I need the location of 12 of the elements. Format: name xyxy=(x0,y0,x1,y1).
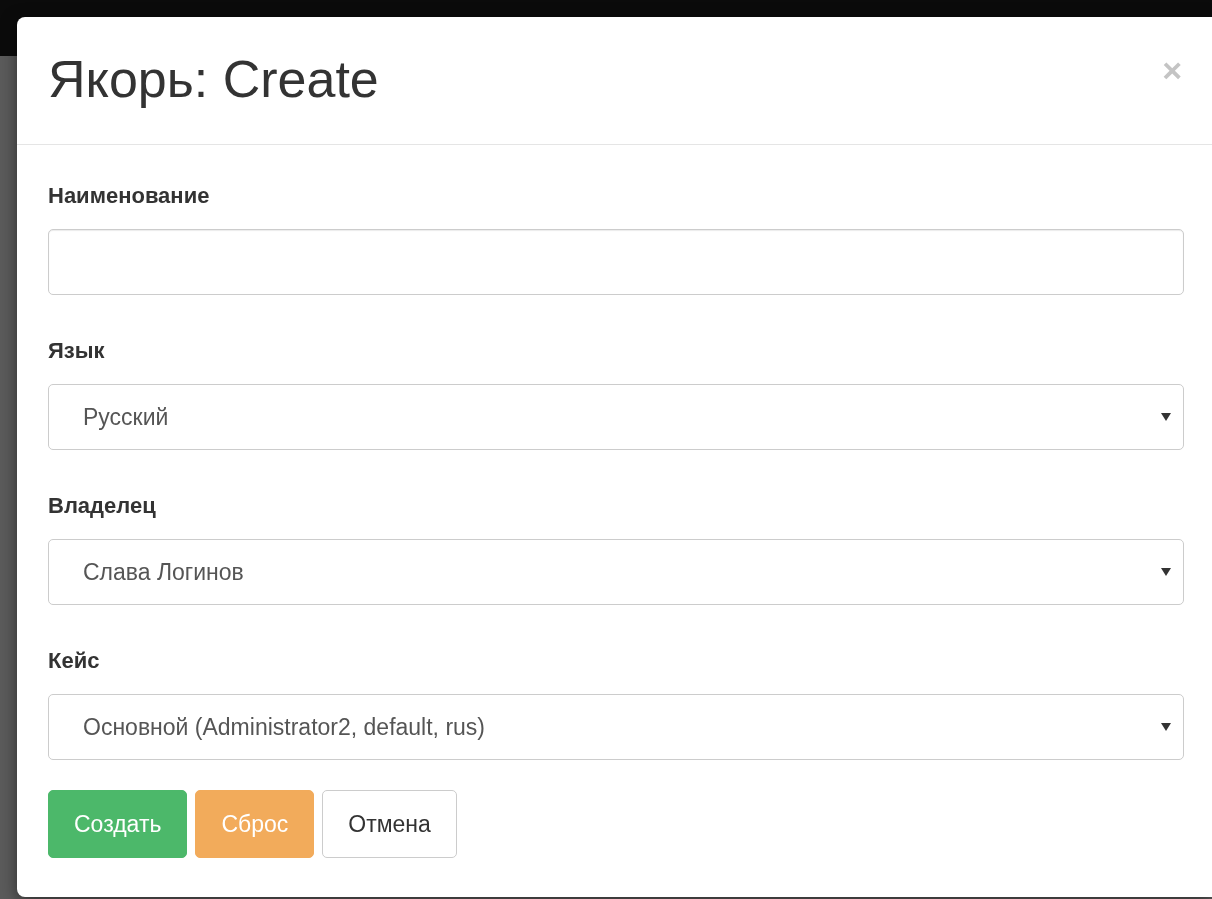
field-label: Наименование xyxy=(48,182,210,210)
field-label: Язык xyxy=(48,337,105,365)
field-label: Кейс xyxy=(48,647,100,675)
caret-icon xyxy=(1161,568,1171,576)
caret-icon xyxy=(1161,723,1171,731)
caret-icon xyxy=(1161,413,1171,421)
input-field[interactable] xyxy=(48,229,1184,295)
select-field[interactable]: Основной (Administrator2, default, rus) xyxy=(48,694,1184,760)
select-field[interactable]: Русский xyxy=(48,384,1184,450)
field-label: Владелец xyxy=(48,492,156,520)
cancel-button[interactable]: Отмена xyxy=(322,790,457,858)
select-field[interactable]: Слава Логинов xyxy=(48,539,1184,605)
